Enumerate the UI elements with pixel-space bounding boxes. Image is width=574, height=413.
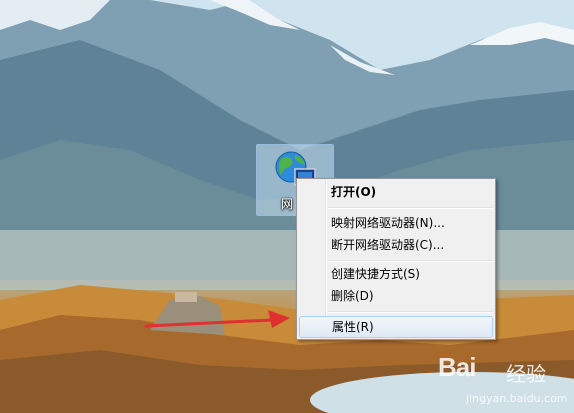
menu-item-delete[interactable]: 删除(D) [299,285,493,307]
baidu-watermark: Bai 经验 jingyan.baidu.com [438,352,572,410]
menu-separator [328,207,493,209]
context-menu: 打开(O) 映射网络驱动器(N)... 断开网络驱动器(C)... 创建快捷方式… [296,178,496,340]
menu-item-map-network-drive[interactable]: 映射网络驱动器(N)... [299,212,493,234]
watermark-brand: Bai [438,352,476,382]
watermark-brand-suffix: 经验 [506,362,546,386]
menu-item-create-shortcut[interactable]: 创建快捷方式(S) [299,263,493,285]
watermark-url: jingyan.baidu.com [466,392,568,405]
menu-item-disconnect-network-drive[interactable]: 断开网络驱动器(C)... [299,234,493,256]
menu-item-open[interactable]: 打开(O) [299,181,493,203]
menu-separator [328,260,493,262]
menu-separator [328,311,493,313]
menu-item-properties[interactable]: 属性(R) [299,316,493,338]
red-arrow-annotation [144,310,290,328]
